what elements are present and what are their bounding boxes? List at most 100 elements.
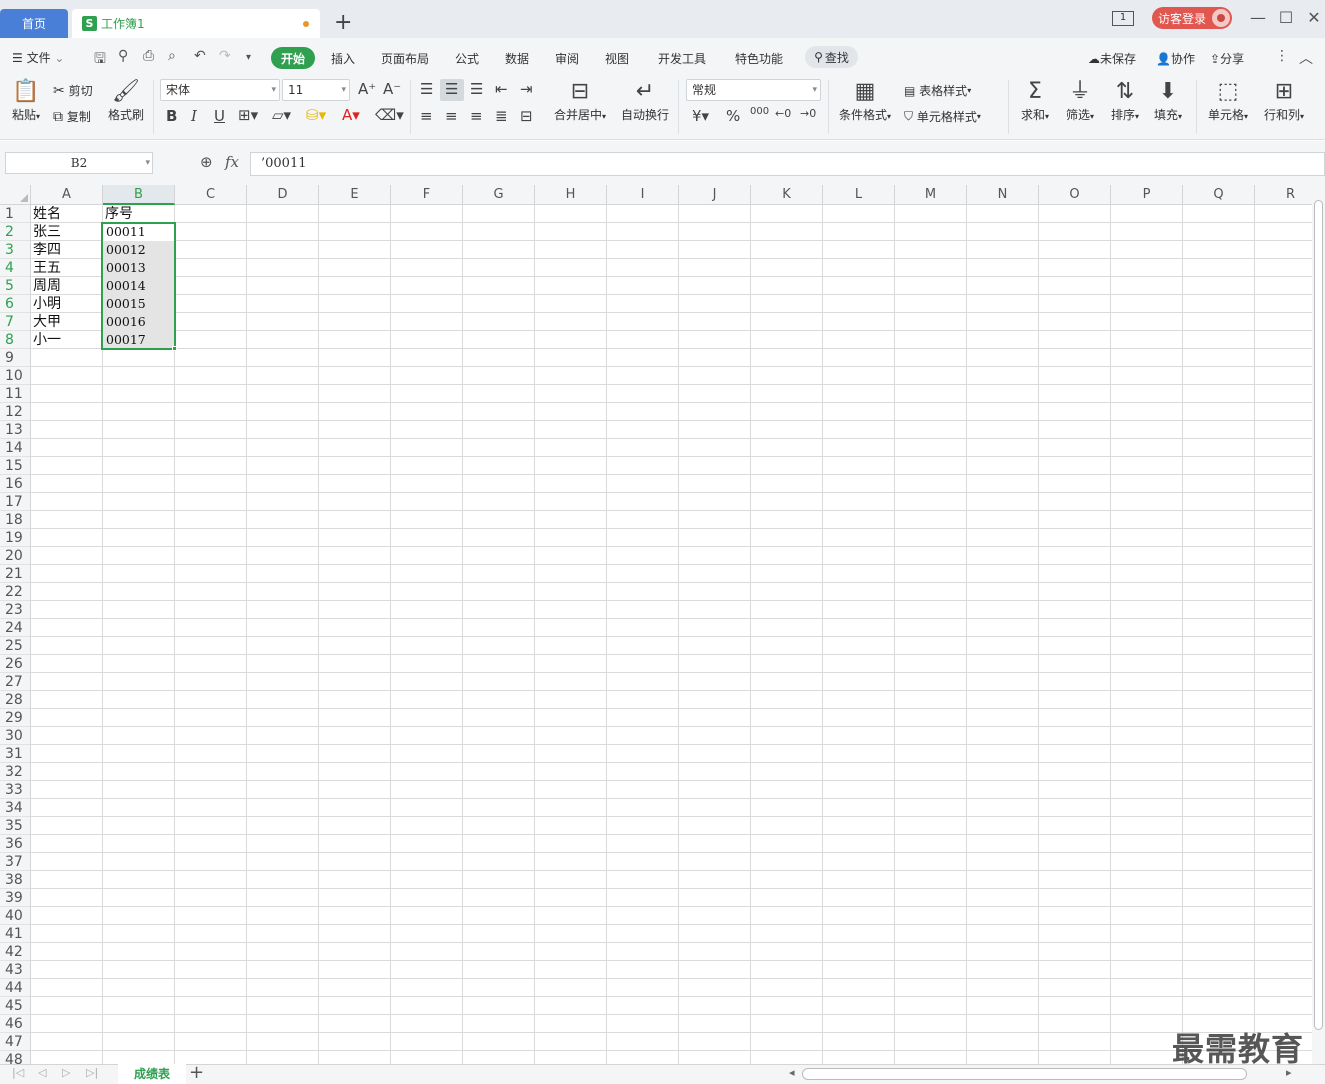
italic-button[interactable]: I: [191, 107, 197, 125]
file-menu[interactable]: ☰ 文件 ⌄: [12, 49, 64, 66]
row-header[interactable]: 14: [0, 439, 31, 457]
column-header[interactable]: R: [1255, 185, 1312, 205]
percent-button[interactable]: %: [726, 107, 740, 125]
align-right-icon[interactable]: ≡: [470, 107, 483, 125]
cell[interactable]: 大甲: [31, 313, 103, 331]
tab-data[interactable]: 数据: [505, 50, 529, 67]
zoom-formula-icon[interactable]: ⊕: [200, 153, 213, 171]
row-header[interactable]: 23: [0, 601, 31, 619]
insert-function-button[interactable]: fx: [225, 153, 239, 171]
increase-indent-icon[interactable]: ⇥: [520, 80, 533, 98]
column-header[interactable]: J: [679, 185, 751, 205]
scroll-left-icon[interactable]: ◂: [789, 1066, 795, 1079]
row-header[interactable]: 38: [0, 871, 31, 889]
row-header[interactable]: 31: [0, 745, 31, 763]
row-header[interactable]: 26: [0, 655, 31, 673]
next-sheet-icon[interactable]: ▷: [62, 1066, 70, 1079]
name-box[interactable]: B2: [5, 152, 153, 174]
decrease-indent-icon[interactable]: ⇤: [495, 80, 508, 98]
tab-workbook[interactable]: S 工作簿1: [72, 9, 320, 38]
row-header[interactable]: 36: [0, 835, 31, 853]
row-header[interactable]: 12: [0, 403, 31, 421]
decrease-decimal-icon[interactable]: →0: [800, 107, 816, 120]
quick-access-dropdown-icon[interactable]: ▾: [246, 52, 251, 63]
row-header[interactable]: 37: [0, 853, 31, 871]
sum-button[interactable]: Σ 求和▾: [1015, 78, 1055, 123]
maximize-button[interactable]: ☐: [1276, 8, 1296, 27]
row-header[interactable]: 15: [0, 457, 31, 475]
guest-login-button[interactable]: 访客登录: [1152, 7, 1232, 29]
cell-style-button[interactable]: ⛉ 单元格样式 ▾: [904, 108, 981, 125]
row-header[interactable]: 24: [0, 619, 31, 637]
row-header[interactable]: 7: [0, 313, 31, 331]
row-header[interactable]: 33: [0, 781, 31, 799]
column-header[interactable]: Q: [1183, 185, 1255, 205]
tab-formula[interactable]: 公式: [455, 50, 479, 67]
border-icon[interactable]: ⊞▾: [238, 106, 258, 124]
print-preview-icon[interactable]: ⌕: [168, 48, 176, 64]
row-header[interactable]: 42: [0, 943, 31, 961]
filter-button[interactable]: ⏚ 筛选▾: [1060, 78, 1100, 123]
row-header[interactable]: 11: [0, 385, 31, 403]
new-tab-button[interactable]: +: [334, 11, 352, 35]
row-header[interactable]: 28: [0, 691, 31, 709]
row-column-button[interactable]: ⊞ 行和列▾: [1259, 78, 1309, 123]
row-header[interactable]: 8: [0, 331, 31, 349]
row-header[interactable]: 22: [0, 583, 31, 601]
column-header[interactable]: M: [895, 185, 967, 205]
clear-format-icon[interactable]: ⌫▾: [375, 106, 404, 124]
align-middle-icon[interactable]: ☰: [445, 80, 458, 98]
bold-button[interactable]: B: [166, 107, 177, 125]
cell[interactable]: 小一: [31, 331, 103, 349]
column-header[interactable]: I: [607, 185, 679, 205]
justify-icon[interactable]: ≣: [495, 107, 508, 125]
fill-handle[interactable]: [172, 346, 177, 351]
last-sheet-icon[interactable]: ▷|: [86, 1066, 98, 1079]
paste-button[interactable]: 📋 粘贴▾: [8, 78, 44, 123]
tab-developer[interactable]: 开发工具: [658, 50, 706, 67]
share-button[interactable]: ⇪分享: [1210, 50, 1244, 67]
tab-view[interactable]: 视图: [605, 50, 629, 67]
conditional-format-button[interactable]: ▦ 条件格式▾: [835, 78, 895, 123]
cell[interactable]: 序号: [103, 205, 175, 223]
row-header[interactable]: 45: [0, 997, 31, 1015]
font-size-select[interactable]: 11: [282, 79, 350, 101]
cell[interactable]: 小明: [31, 295, 103, 313]
column-header[interactable]: L: [823, 185, 895, 205]
tab-review[interactable]: 审阅: [555, 50, 579, 67]
row-header[interactable]: 2: [0, 223, 31, 241]
tab-start[interactable]: 开始: [271, 47, 315, 69]
row-header[interactable]: 21: [0, 565, 31, 583]
save-icon[interactable]: 🖫: [94, 48, 106, 72]
redo-icon[interactable]: ↷: [219, 48, 231, 64]
vertical-scroll-thumb[interactable]: [1314, 200, 1323, 1030]
table-style-button[interactable]: ▤ 表格样式 ▾: [904, 82, 971, 99]
row-header[interactable]: 13: [0, 421, 31, 439]
column-header[interactable]: F: [391, 185, 463, 205]
collaborate-button[interactable]: 👤协作: [1156, 50, 1195, 67]
align-top-icon[interactable]: ☰: [420, 80, 433, 98]
row-header[interactable]: 1: [0, 205, 31, 223]
font-name-select[interactable]: 宋体: [160, 79, 280, 101]
underline-button[interactable]: U: [214, 107, 225, 125]
font-color-icon[interactable]: A▾: [342, 106, 360, 124]
collapse-ribbon-icon[interactable]: ︿: [1299, 48, 1313, 68]
column-header[interactable]: D: [247, 185, 319, 205]
format-painter-button[interactable]: 🖌 格式刷: [106, 78, 146, 123]
cut-button[interactable]: ✂ 剪切: [53, 82, 93, 99]
cell-button[interactable]: ⬚ 单元格▾: [1203, 78, 1253, 123]
wrap-text-button[interactable]: ↵ 自动换行: [618, 78, 672, 123]
column-header[interactable]: B: [103, 185, 175, 205]
column-header[interactable]: N: [967, 185, 1039, 205]
row-header[interactable]: 47: [0, 1033, 31, 1051]
add-sheet-button[interactable]: +: [189, 1062, 204, 1083]
cell[interactable]: 李四: [31, 241, 103, 259]
format-brush-icon[interactable]: ⚲: [118, 48, 128, 64]
minimize-button[interactable]: —: [1248, 8, 1268, 27]
row-header[interactable]: 40: [0, 907, 31, 925]
row-header[interactable]: 10: [0, 367, 31, 385]
row-header[interactable]: 5: [0, 277, 31, 295]
align-bottom-icon[interactable]: ☰: [470, 80, 483, 98]
column-header[interactable]: A: [31, 185, 103, 205]
close-button[interactable]: ✕: [1304, 8, 1324, 27]
